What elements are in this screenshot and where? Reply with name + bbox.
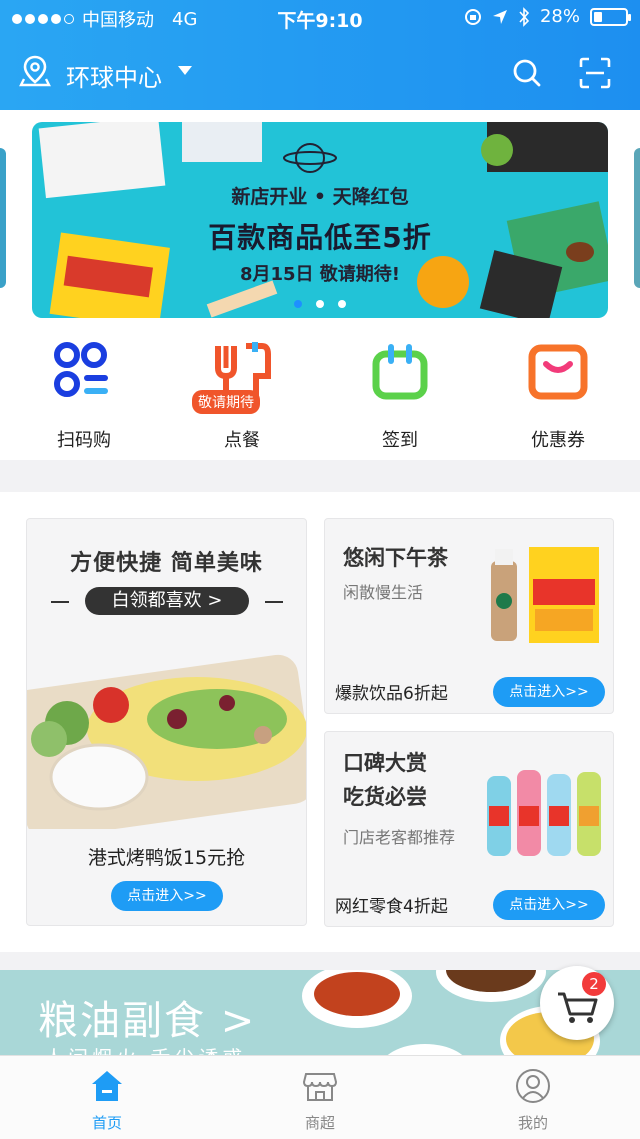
bowl-image bbox=[314, 972, 400, 1016]
promo-card-title: 悠闲下午茶 bbox=[343, 546, 448, 570]
battery-label: 28% bbox=[539, 6, 580, 27]
promo-card-title: 口碑大赏 吃货必尝 bbox=[343, 746, 427, 814]
banner-prev-peek[interactable] bbox=[0, 148, 6, 288]
status-right: 28% bbox=[464, 6, 631, 27]
promo-card-lunch[interactable]: 方便快捷 简单美味 白领都喜欢 > 港式烤鸭饭15元抢 点击进入>> bbox=[26, 518, 307, 926]
quick-entry-label: 扫码购 bbox=[57, 430, 111, 451]
promo-card-snack[interactable]: 口碑大赏 吃货必尝 门店老客都推荐 网红零食4折起 点击进入>> bbox=[324, 731, 614, 927]
location-selector[interactable]: 环球中心 bbox=[66, 58, 162, 93]
promo-card-title-line2: 吃货必尝 bbox=[343, 785, 427, 809]
bottom-tab-bar: 首页 商超 我的 bbox=[0, 1055, 640, 1139]
cart-count-badge: 2 bbox=[582, 972, 606, 996]
home-icon bbox=[92, 1071, 122, 1101]
promo-card-title-line1: 口碑大赏 bbox=[343, 751, 427, 775]
enter-button[interactable]: 点击进入>> bbox=[493, 890, 605, 920]
promo-card-subtitle: 门店老客都推荐 bbox=[343, 828, 456, 847]
search-icon[interactable] bbox=[510, 56, 544, 90]
enter-button[interactable]: 点击进入>> bbox=[493, 677, 605, 707]
promo-card-deal: 爆款饮品6折起 bbox=[335, 684, 448, 704]
tab-label: 我的 bbox=[517, 1114, 548, 1132]
banner-pager-dot[interactable] bbox=[294, 300, 302, 308]
drinks-image bbox=[491, 547, 599, 643]
app-header: 中国移动 4G 下午9:10 28% 环球中心 bbox=[0, 0, 640, 110]
divider bbox=[51, 601, 69, 603]
quick-entry-label: 点餐 bbox=[224, 430, 260, 451]
bluetooth-icon bbox=[519, 6, 530, 27]
coming-soon-badge: 敬请期待 bbox=[192, 390, 260, 414]
promo-card-deal: 网红零食4折起 bbox=[335, 897, 448, 917]
tab-supermarket[interactable]: 商超 bbox=[260, 1056, 380, 1139]
banner-next-peek[interactable] bbox=[634, 148, 640, 288]
scan-buy-icon bbox=[54, 342, 108, 397]
promo-card-tea[interactable]: 悠闲下午茶 闲散慢生活 爆款饮品6折起 点击进入>> bbox=[324, 518, 614, 714]
promo-card-subtitle: 港式烤鸭饭15元抢 bbox=[87, 847, 246, 869]
battery-level bbox=[594, 11, 602, 22]
banner-pager[interactable] bbox=[32, 300, 608, 308]
battery-icon bbox=[590, 7, 631, 26]
scan-icon[interactable] bbox=[578, 56, 612, 90]
strip-title: 粮油副食 > bbox=[38, 998, 257, 1044]
top-nav: 环球中心 bbox=[0, 44, 640, 104]
checkin-icon bbox=[372, 344, 428, 400]
tab-home[interactable]: 首页 bbox=[47, 1056, 167, 1139]
banner-pager-dot[interactable] bbox=[338, 300, 346, 308]
coupon-icon bbox=[528, 344, 588, 400]
quick-entry-checkin[interactable]: 签到 bbox=[330, 338, 470, 466]
quick-entries: 扫码购 敬请期待 点餐 签到 优惠券 bbox=[0, 338, 640, 466]
location-arrow-icon bbox=[492, 9, 507, 24]
banner-title: 百款商品低至5折 bbox=[208, 221, 432, 254]
banner-date: 8月15日 敬请期待! bbox=[239, 264, 401, 285]
quick-entry-order[interactable]: 敬请期待 点餐 bbox=[172, 338, 312, 466]
enter-button[interactable]: 点击进入>> bbox=[111, 881, 223, 911]
profile-icon bbox=[516, 1069, 550, 1103]
promo-card-title: 方便快捷 简单美味 bbox=[70, 551, 263, 576]
tab-label: 首页 bbox=[91, 1114, 122, 1132]
quick-entry-coupon[interactable]: 优惠券 bbox=[488, 338, 628, 466]
promo-card-subtitle: 闲散慢生活 bbox=[343, 583, 424, 602]
banner-pager-dot[interactable] bbox=[316, 300, 324, 308]
promo-banner[interactable]: 新店开业 • 天降红包 百款商品低至5折 8月15日 敬请期待! bbox=[32, 122, 608, 318]
chevron-down-icon[interactable] bbox=[178, 66, 192, 75]
banner-headline: 新店开业 • 天降红包 bbox=[231, 186, 409, 208]
promo-card-tag: 白领都喜欢 > bbox=[85, 587, 249, 615]
tab-profile[interactable]: 我的 bbox=[473, 1056, 593, 1139]
orientation-lock-icon bbox=[464, 8, 481, 25]
quick-entry-label: 优惠券 bbox=[531, 430, 585, 451]
quick-entry-scan-buy[interactable]: 扫码购 bbox=[14, 338, 154, 466]
tab-label: 商超 bbox=[304, 1114, 335, 1132]
location-pin-icon[interactable] bbox=[18, 54, 52, 88]
divider bbox=[265, 601, 283, 603]
quick-entry-label: 签到 bbox=[382, 430, 418, 451]
status-bar: 中国移动 4G 下午9:10 28% bbox=[0, 0, 640, 36]
cart-button[interactable]: 2 bbox=[540, 966, 614, 1040]
ramune-image bbox=[487, 770, 601, 856]
store-icon bbox=[302, 1073, 338, 1101]
food-image bbox=[27, 654, 306, 829]
